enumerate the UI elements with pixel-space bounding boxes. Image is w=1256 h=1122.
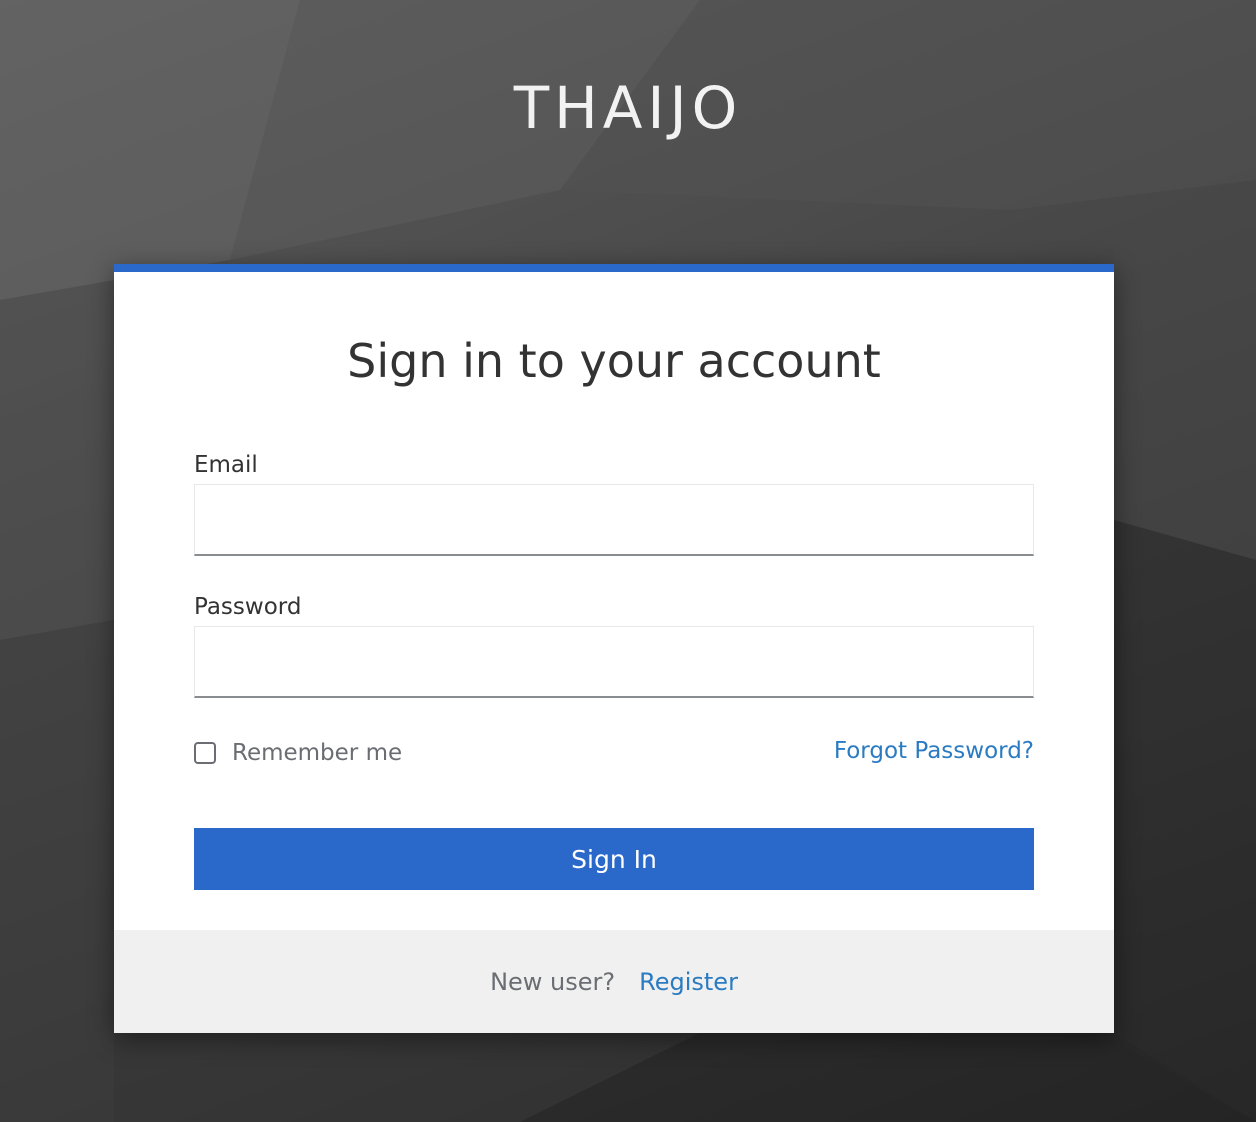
brand-logo: THAIJO xyxy=(513,74,743,142)
forgot-password-link[interactable]: Forgot Password? xyxy=(834,738,1034,764)
email-field[interactable] xyxy=(194,484,1034,556)
card-footer: New user? Register xyxy=(114,930,1114,1033)
remember-me-checkbox[interactable] xyxy=(194,742,216,764)
password-label: Password xyxy=(194,594,302,620)
page-title: Sign in to your account xyxy=(347,334,881,388)
new-user-text: New user? xyxy=(490,967,616,996)
password-field[interactable] xyxy=(194,626,1034,698)
sign-in-button[interactable]: Sign In xyxy=(194,828,1034,890)
email-label: Email xyxy=(194,452,258,478)
login-card: Sign in to your account Email Password R… xyxy=(114,264,1114,1033)
remember-me-label[interactable]: Remember me xyxy=(232,740,402,766)
remember-me-option[interactable]: Remember me xyxy=(194,738,402,768)
register-link[interactable]: Register xyxy=(639,968,738,996)
